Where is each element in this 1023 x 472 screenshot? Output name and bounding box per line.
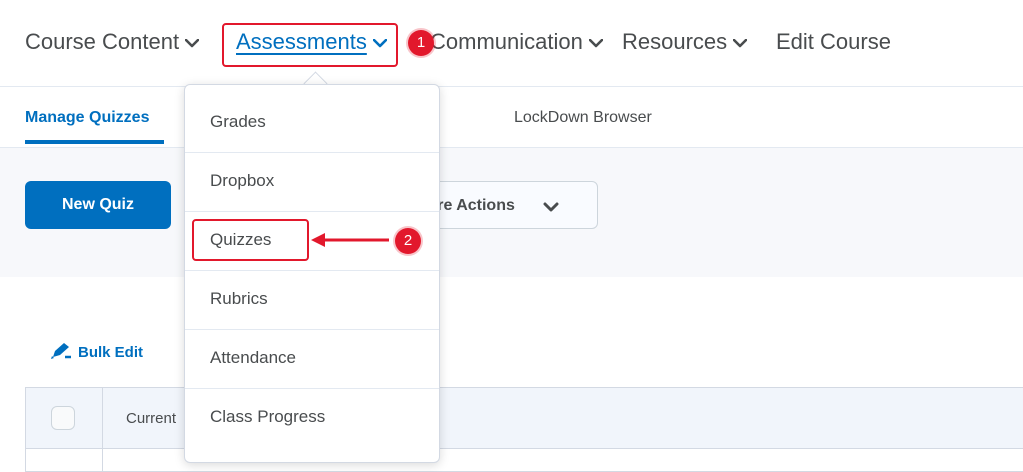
course-navbar: Course Content Assessments Communication… bbox=[0, 0, 1023, 87]
menu-item-label: Attendance bbox=[210, 348, 297, 367]
menu-item-label: Grades bbox=[210, 112, 266, 131]
tab-lockdown-browser[interactable]: LockDown Browser bbox=[514, 109, 652, 127]
active-tab-indicator bbox=[25, 140, 164, 144]
column-header-current[interactable]: Current bbox=[126, 410, 176, 427]
nav-label: Resources bbox=[622, 29, 728, 54]
menu-item-label: Rubrics bbox=[210, 289, 268, 308]
menu-item-label: Class Progress bbox=[210, 407, 326, 426]
menu-item-attendance[interactable]: Attendance bbox=[185, 329, 439, 389]
menu-item-class-progress[interactable]: Class Progress bbox=[185, 388, 439, 447]
nav-label: Edit Course bbox=[776, 29, 891, 54]
tab-manage-quizzes[interactable]: Manage Quizzes bbox=[25, 109, 149, 127]
bulk-edit-label: Bulk Edit bbox=[78, 343, 144, 361]
menu-item-grades[interactable]: Grades bbox=[185, 93, 439, 153]
new-quiz-button[interactable]: New Quiz bbox=[25, 181, 171, 229]
column-divider bbox=[102, 387, 103, 472]
step-badge-1: 1 bbox=[408, 30, 434, 56]
menu-item-rubrics[interactable]: Rubrics bbox=[185, 270, 439, 330]
menu-item-dropbox[interactable]: Dropbox bbox=[185, 152, 439, 212]
bulk-edit-button[interactable]: Bulk Edit bbox=[50, 342, 143, 364]
nav-label: Communication bbox=[430, 29, 583, 54]
select-all-checkbox[interactable] bbox=[51, 406, 75, 430]
arrow-left-icon bbox=[309, 230, 391, 255]
nav-course-content[interactable]: Course Content bbox=[25, 29, 200, 55]
quiz-tabs: Manage Quizzes tics LockDown Browser bbox=[0, 87, 1023, 148]
chevron-down-icon bbox=[543, 199, 559, 217]
chevron-down-icon bbox=[733, 38, 748, 48]
chevron-down-icon bbox=[185, 38, 200, 48]
nav-label: Course Content bbox=[25, 29, 180, 54]
highlight-assessments bbox=[222, 23, 398, 67]
pencil-icon bbox=[50, 342, 72, 364]
step-badge-2: 2 bbox=[395, 228, 421, 254]
nav-communication[interactable]: Communication bbox=[430, 29, 603, 55]
nav-edit-course[interactable]: Edit Course bbox=[776, 29, 891, 55]
nav-resources[interactable]: Resources bbox=[622, 29, 748, 55]
menu-item-label: Dropbox bbox=[210, 171, 275, 190]
highlight-quizzes bbox=[192, 219, 309, 261]
chevron-down-icon bbox=[588, 38, 603, 48]
assessments-dropdown-menu: Grades Dropbox Quizzes Rubrics Attendanc… bbox=[184, 84, 440, 463]
